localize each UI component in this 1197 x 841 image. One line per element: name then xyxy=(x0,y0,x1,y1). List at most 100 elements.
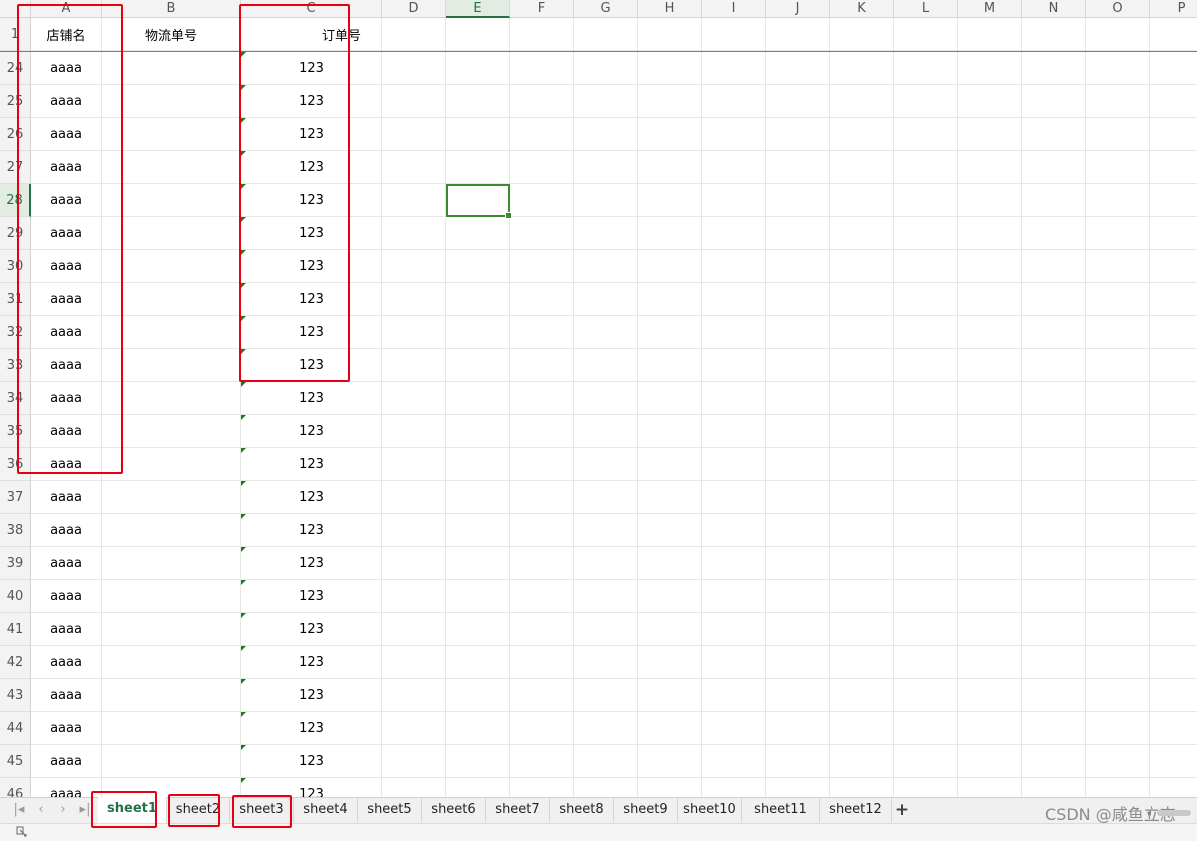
cell-a37[interactable]: aaaa xyxy=(31,481,102,514)
cell-c35[interactable]: 123 xyxy=(241,415,382,448)
cell-c25[interactable]: 123 xyxy=(241,85,382,118)
cell-e25[interactable] xyxy=(446,85,510,118)
sheet-tab-sheet1[interactable]: sheet1 xyxy=(98,797,167,823)
cell-m37[interactable] xyxy=(958,481,1022,514)
cell-a27[interactable]: aaaa xyxy=(31,151,102,184)
spreadsheet-grid[interactable]: A B C D E F G H I J K L M N O P 1 店铺名 物流单号 订单号 24 aaaa 123 25 aa… xyxy=(0,0,1197,797)
cell-k24[interactable] xyxy=(830,52,894,85)
cell-a46[interactable]: aaaa xyxy=(31,778,102,797)
column-header-l[interactable]: L xyxy=(894,0,958,18)
cell-j41[interactable] xyxy=(766,613,830,646)
cell-k39[interactable] xyxy=(830,547,894,580)
cell-d36[interactable] xyxy=(382,448,446,481)
cell-i36[interactable] xyxy=(702,448,766,481)
cell-p28[interactable] xyxy=(1150,184,1197,217)
cell-e29[interactable] xyxy=(446,217,510,250)
cell-o1[interactable] xyxy=(1086,18,1150,51)
cell-f44[interactable] xyxy=(510,712,574,745)
cell-l40[interactable] xyxy=(894,580,958,613)
cell-n34[interactable] xyxy=(1022,382,1086,415)
cell-g34[interactable] xyxy=(574,382,638,415)
cell-a44[interactable]: aaaa xyxy=(31,712,102,745)
cell-m24[interactable] xyxy=(958,52,1022,85)
cell-k38[interactable] xyxy=(830,514,894,547)
first-sheet-icon[interactable]: |◂ xyxy=(10,801,28,819)
cell-c1[interactable]: 订单号 xyxy=(241,18,382,51)
cell-n39[interactable] xyxy=(1022,547,1086,580)
cell-b26[interactable] xyxy=(102,118,241,151)
cell-e26[interactable] xyxy=(446,118,510,151)
row-header-28[interactable]: 28 xyxy=(0,184,31,217)
cell-d41[interactable] xyxy=(382,613,446,646)
cell-p45[interactable] xyxy=(1150,745,1197,778)
cell-e1[interactable] xyxy=(446,18,510,51)
cell-i42[interactable] xyxy=(702,646,766,679)
cell-n31[interactable] xyxy=(1022,283,1086,316)
cell-k37[interactable] xyxy=(830,481,894,514)
column-header-d[interactable]: D xyxy=(382,0,446,18)
cell-c45[interactable]: 123 xyxy=(241,745,382,778)
cell-d29[interactable] xyxy=(382,217,446,250)
cell-h37[interactable] xyxy=(638,481,702,514)
cell-b40[interactable] xyxy=(102,580,241,613)
column-header-o[interactable]: O xyxy=(1086,0,1150,18)
cell-p27[interactable] xyxy=(1150,151,1197,184)
cell-h38[interactable] xyxy=(638,514,702,547)
row-header-27[interactable]: 27 xyxy=(0,151,31,184)
cell-l27[interactable] xyxy=(894,151,958,184)
cell-p33[interactable] xyxy=(1150,349,1197,382)
cell-n37[interactable] xyxy=(1022,481,1086,514)
row-header-1[interactable]: 1 xyxy=(0,18,31,51)
cell-o39[interactable] xyxy=(1086,547,1150,580)
cell-c38[interactable]: 123 xyxy=(241,514,382,547)
cell-i40[interactable] xyxy=(702,580,766,613)
cell-o36[interactable] xyxy=(1086,448,1150,481)
cell-b28[interactable] xyxy=(102,184,241,217)
cell-o28[interactable] xyxy=(1086,184,1150,217)
cell-h36[interactable] xyxy=(638,448,702,481)
cell-k33[interactable] xyxy=(830,349,894,382)
column-header-h[interactable]: H xyxy=(638,0,702,18)
cell-e41[interactable] xyxy=(446,613,510,646)
cell-d42[interactable] xyxy=(382,646,446,679)
select-all-corner[interactable] xyxy=(0,0,31,18)
cell-h32[interactable] xyxy=(638,316,702,349)
cell-g43[interactable] xyxy=(574,679,638,712)
cell-j1[interactable] xyxy=(766,18,830,51)
cell-j43[interactable] xyxy=(766,679,830,712)
cell-f29[interactable] xyxy=(510,217,574,250)
column-header-e[interactable]: E xyxy=(446,0,510,18)
row-header-39[interactable]: 39 xyxy=(0,547,31,580)
cell-d1[interactable] xyxy=(382,18,446,51)
cell-c34[interactable]: 123 xyxy=(241,382,382,415)
cell-c37[interactable]: 123 xyxy=(241,481,382,514)
cell-p25[interactable] xyxy=(1150,85,1197,118)
cell-g36[interactable] xyxy=(574,448,638,481)
cell-o40[interactable] xyxy=(1086,580,1150,613)
cell-c33[interactable]: 123 xyxy=(241,349,382,382)
cell-k36[interactable] xyxy=(830,448,894,481)
cell-b31[interactable] xyxy=(102,283,241,316)
cell-f39[interactable] xyxy=(510,547,574,580)
cell-l39[interactable] xyxy=(894,547,958,580)
cell-k28[interactable] xyxy=(830,184,894,217)
cell-a29[interactable]: aaaa xyxy=(31,217,102,250)
cell-c39[interactable]: 123 xyxy=(241,547,382,580)
cell-i37[interactable] xyxy=(702,481,766,514)
cell-g44[interactable] xyxy=(574,712,638,745)
cell-m30[interactable] xyxy=(958,250,1022,283)
cell-n25[interactable] xyxy=(1022,85,1086,118)
row-header-35[interactable]: 35 xyxy=(0,415,31,448)
column-header-f[interactable]: F xyxy=(510,0,574,18)
cell-i46[interactable] xyxy=(702,778,766,797)
cell-f46[interactable] xyxy=(510,778,574,797)
row-header-36[interactable]: 36 xyxy=(0,448,31,481)
sheet-tab-sheet9[interactable]: sheet9 xyxy=(614,798,678,822)
cell-c30[interactable]: 123 xyxy=(241,250,382,283)
cell-n38[interactable] xyxy=(1022,514,1086,547)
cell-n36[interactable] xyxy=(1022,448,1086,481)
cell-b44[interactable] xyxy=(102,712,241,745)
cell-c27[interactable]: 123 xyxy=(241,151,382,184)
cell-a25[interactable]: aaaa xyxy=(31,85,102,118)
sheet-tab-sheet10[interactable]: sheet10 xyxy=(678,798,742,822)
